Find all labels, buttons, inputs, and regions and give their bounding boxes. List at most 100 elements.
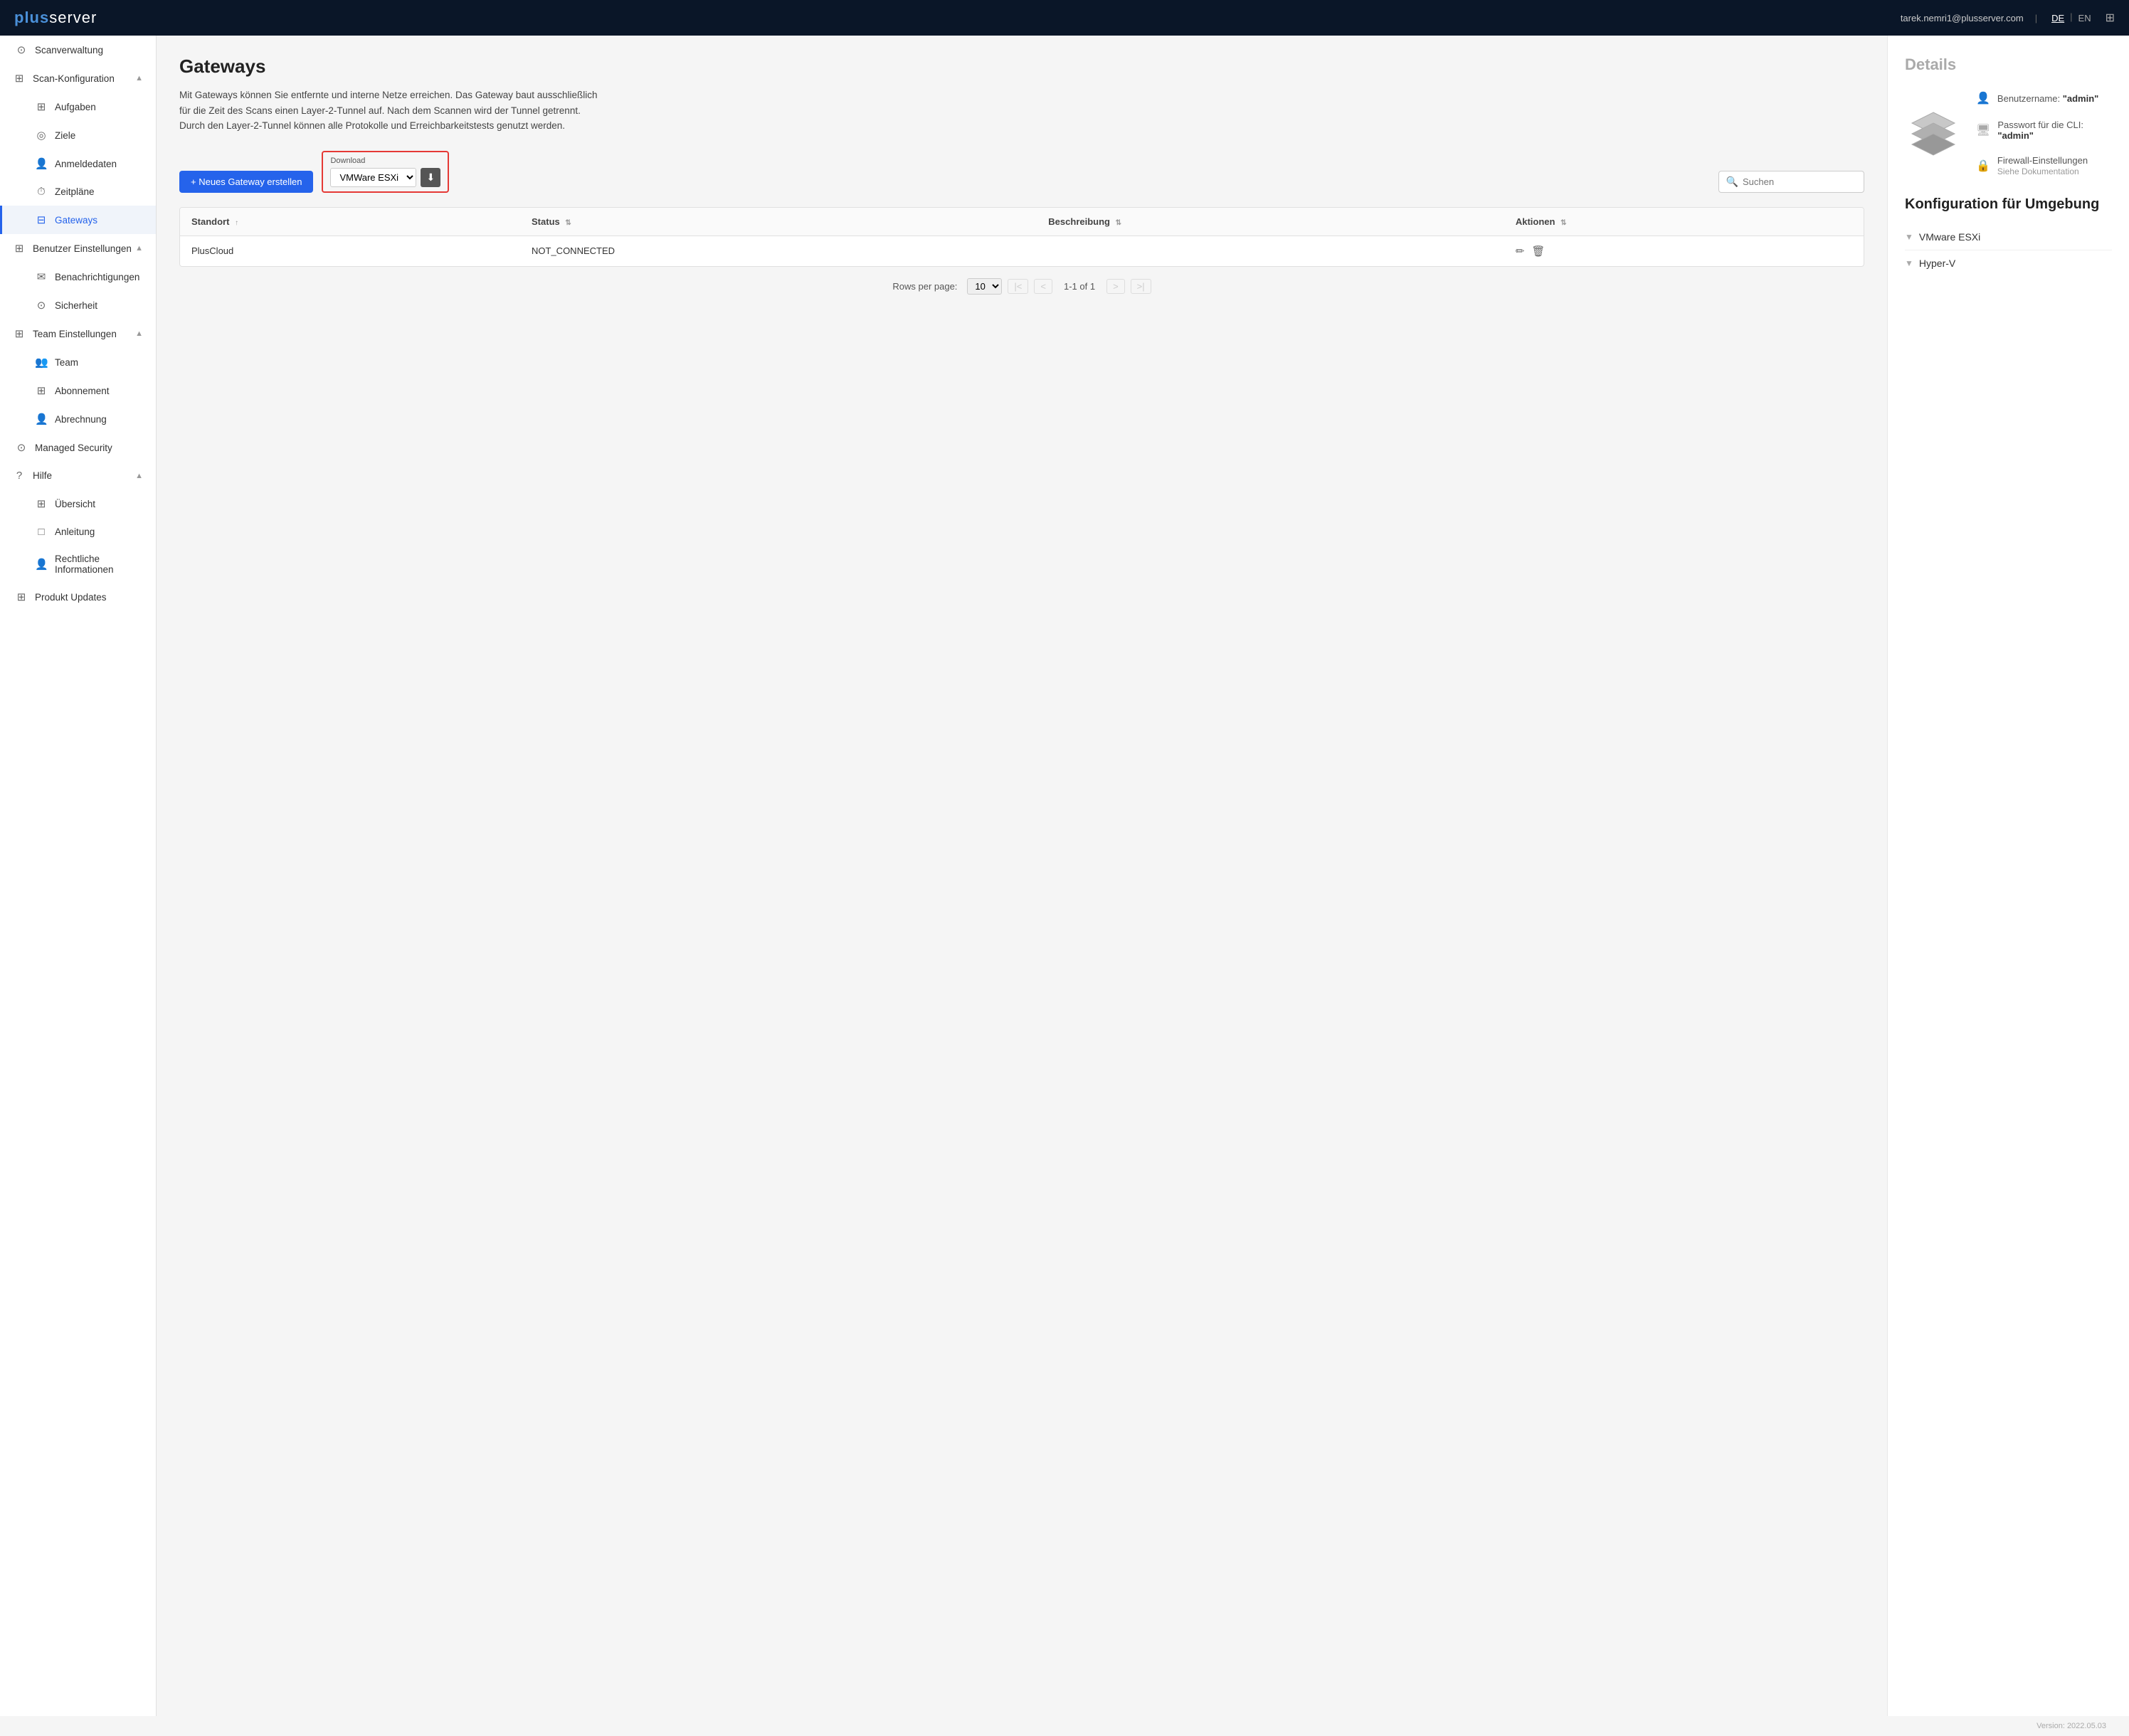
download-select[interactable]: VMWare ESXi [330,168,416,187]
sidebar-group-scan-konfiguration[interactable]: ⊞ Scan-Konfiguration ▲ [0,64,156,92]
team-icon: 👥 [35,356,48,369]
sidebar-group-team-einstellungen[interactable]: ⊞ Team Einstellungen ▲ [0,319,156,348]
cell-status: NOT_CONNECTED [520,235,1037,266]
sidebar-item-anleitung[interactable]: □ Anleitung [0,518,156,546]
anmeldedaten-icon: 👤 [35,157,48,170]
sicherheit-icon: ⊙ [35,299,48,312]
page-title: Gateways [179,55,1864,78]
sidebar-item-produkt-updates[interactable]: ⊞ Produkt Updates [0,583,156,611]
config-item[interactable]: ▼ VMware ESXi [1905,224,2112,250]
page-prev-btn[interactable]: < [1034,279,1052,294]
benutzer-einstellungen-chevron: ▲ [135,244,143,253]
sidebar-item-benachrichtigungen[interactable]: ✉ Benachrichtigungen [0,263,156,291]
hilfe-icon: ? [13,470,26,482]
col-standort[interactable]: Standort ↑ [180,208,520,236]
layers-icon [1905,105,1962,162]
ziele-icon: ◎ [35,129,48,142]
aufgaben-icon: ⊞ [35,100,48,113]
user-circle-icon: 👤 [1976,91,1990,105]
config-item-label: VMware ESXi [1919,231,1980,243]
sidebar-item-aufgaben[interactable]: ⊞ Aufgaben [0,92,156,121]
sidebar-sub-team: 👥 Team ⊞ Abonnement 👤 Abrechnung [0,348,156,433]
lang-en-btn[interactable]: EN [2076,11,2094,25]
config-item-chevron: ▼ [1905,232,1913,242]
config-item-label: Hyper-V [1919,258,1955,269]
details-visual: 👤 Benutzername: "admin" 🖥 Passwort für d… [1905,91,2112,176]
cell-aktionen: ✏ 🗑 [1504,235,1864,266]
managed-security-icon: ⊙ [15,441,28,454]
lang-switcher: DE | EN [2049,11,2094,25]
edit-icon[interactable]: ✏ [1516,245,1525,258]
col-status[interactable]: Status ⇅ [520,208,1037,236]
details-title: Details [1905,55,2112,74]
toolbar: + Neues Gateway erstellen Download VMWar… [179,151,1864,193]
logo: plusserver [14,9,97,27]
sidebar-item-gateways[interactable]: ⊟ Gateways [0,206,156,234]
hilfe-chevron: ▲ [135,472,143,480]
download-select-row: VMWare ESXi ⬇ [330,168,440,187]
sidebar-item-sicherheit[interactable]: ⊙ Sicherheit [0,291,156,319]
firewall-icon: 🔒 [1976,159,1990,173]
benutzer-einstellungen-icon: ⊞ [13,242,26,255]
right-panel: Details 👤 Benutzername: "admin" [1887,36,2129,1716]
sidebar-item-team[interactable]: 👥 Team [0,348,156,376]
pagination: Rows per page: 10 |< < 1-1 of 1 > >| [179,267,1864,306]
scan-konfiguration-chevron: ▲ [135,74,143,83]
col-beschreibung[interactable]: Beschreibung ⇅ [1037,208,1504,236]
download-button[interactable]: ⬇ [421,168,440,187]
sidebar-group-hilfe[interactable]: ? Hilfe ▲ [0,462,156,489]
lang-de-btn[interactable]: DE [2049,11,2067,25]
sidebar-item-anmeldedaten[interactable]: 👤 Anmeldedaten [0,149,156,178]
sidebar-item-ziele[interactable]: ◎ Ziele [0,121,156,149]
team-einstellungen-icon: ⊞ [13,327,26,340]
new-gateway-button[interactable]: + Neues Gateway erstellen [179,171,313,193]
content-area: Gateways Mit Gateways können Sie entfern… [157,36,1887,1716]
abrechnung-icon: 👤 [35,413,48,425]
data-table: Standort ↑ Status ⇅ Beschreibung ⇅ [179,207,1864,267]
abonnement-icon: ⊞ [35,384,48,397]
sidebar-group-benutzer-einstellungen[interactable]: ⊞ Benutzer Einstellungen ▲ [0,234,156,263]
sort-status-icon: ⇅ [565,219,571,227]
page-info: 1-1 of 1 [1064,281,1095,292]
download-box: Download VMWare ESXi ⬇ [322,151,449,193]
scan-konfiguration-icon: ⊞ [13,72,26,85]
delete-icon[interactable]: 🗑 [1531,245,1545,258]
search-box: 🔍 [1718,171,1864,193]
rows-per-page-select[interactable]: 10 [967,278,1002,295]
sidebar-item-rechtliche-informationen[interactable]: 👤 Rechtliche Informationen [0,546,156,583]
detail-firewall: 🔒 Firewall-Einstellungen Siehe Dokumenta… [1976,155,2112,176]
cell-standort: PlusCloud [180,235,520,266]
page-last-btn[interactable]: >| [1131,279,1151,294]
rows-per-page-label: Rows per page: [892,281,957,292]
sort-standort-icon: ↑ [235,219,238,227]
user-email: tarek.nemri1@plusserver.com [1901,13,2024,23]
rechtliche-informationen-icon: 👤 [35,558,48,571]
search-input[interactable] [1743,176,1856,187]
detail-passwort: 🖥 Passwort für die CLI: "admin" [1976,120,2112,141]
sidebar-item-zeitplaene[interactable]: ⏱ Zeitpläne [0,178,156,206]
firewall-sub: Siehe Dokumentation [1997,166,2079,176]
team-einstellungen-chevron: ▲ [135,329,143,338]
passwort-value: "admin" [1997,130,2034,141]
sidebar-sub-benutzer: ✉ Benachrichtigungen ⊙ Sicherheit [0,263,156,319]
sidebar-item-abonnement[interactable]: ⊞ Abonnement [0,376,156,405]
grid-icon[interactable]: ⊞ [2106,11,2115,25]
monitor-icon: 🖥 [1976,123,1990,137]
table-row: PlusCloud NOT_CONNECTED ✏ 🗑 [180,235,1864,266]
gateways-icon: ⊟ [35,213,48,226]
anleitung-icon: □ [35,526,48,538]
config-item-chevron: ▼ [1905,258,1913,268]
sidebar-item-managed-security[interactable]: ⊙ Managed Security [0,433,156,462]
sidebar-item-abrechnung[interactable]: 👤 Abrechnung [0,405,156,433]
header: plusserver tarek.nemri1@plusserver.com |… [0,0,2129,36]
col-aktionen[interactable]: Aktionen ⇅ [1504,208,1864,236]
sidebar-item-scanverwaltung[interactable]: ⊙ Scanverwaltung [0,36,156,64]
page-next-btn[interactable]: > [1106,279,1125,294]
zeitplaene-icon: ⏱ [35,186,48,198]
sort-aktionen-icon: ⇅ [1560,219,1566,227]
main: Gateways Mit Gateways können Sie entfern… [157,36,2129,1716]
config-item[interactable]: ▼ Hyper-V [1905,250,2112,276]
page-first-btn[interactable]: |< [1008,279,1028,294]
sidebar-item-uebersicht[interactable]: ⊞ Übersicht [0,489,156,518]
benutzername-text: Benutzername: "admin" [1997,93,2098,104]
